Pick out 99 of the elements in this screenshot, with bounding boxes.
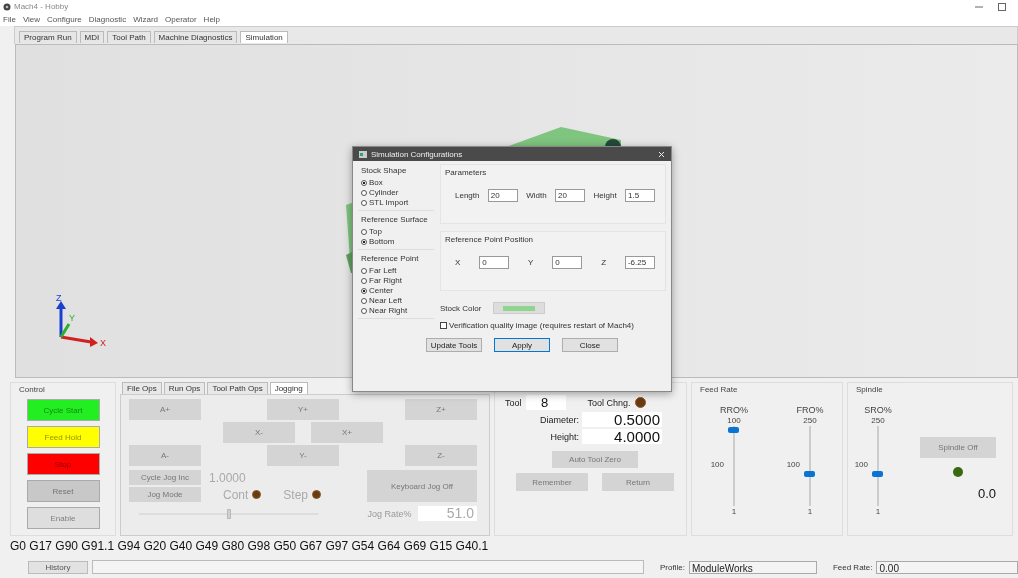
group-title: Stock Shape — [361, 166, 408, 175]
tab[interactable]: Jogging — [269, 382, 308, 394]
tab[interactable]: Program Run — [19, 31, 77, 43]
menu-item[interactable]: View — [22, 15, 41, 24]
dialog-title: Simulation Configurations — [371, 149, 464, 159]
mdi-input-field[interactable] — [92, 560, 644, 574]
scale-label: 1 — [731, 507, 737, 516]
tool-number: 8 — [525, 395, 566, 410]
menu-item[interactable]: Wizard — [133, 15, 159, 24]
field-label: Height — [593, 191, 617, 200]
tab[interactable]: Machine Diagnostics — [153, 31, 238, 43]
input-field[interactable]: 0 — [479, 256, 510, 269]
tab[interactable]: MDI — [79, 31, 105, 43]
input-field[interactable]: 0 — [552, 256, 583, 269]
group-title: Feed Rate — [700, 385, 739, 394]
scale-label: 100 — [727, 416, 741, 425]
jog-rate-value: 51.0 — [417, 506, 477, 521]
led-icon — [252, 490, 262, 499]
field-label: Width — [526, 191, 547, 200]
close-icon[interactable] — [658, 150, 665, 158]
group-title: Control — [19, 385, 45, 394]
group-title: Reference Point Position — [445, 235, 535, 244]
slider-thumb[interactable] — [804, 470, 815, 477]
group-title: Parameters — [445, 168, 488, 177]
axis-triad-drawing: Z Y X — [56, 293, 106, 348]
scale-label: 1 — [875, 507, 881, 516]
profile-label: Profile: — [660, 562, 685, 572]
group-title: Spindle — [856, 385, 884, 394]
scale-label: 100 — [786, 460, 800, 469]
radio-option[interactable]: Cylinder — [361, 188, 434, 197]
scale-label: 1 — [807, 507, 813, 516]
tab[interactable]: Tool Path — [107, 31, 151, 43]
slider-label: RRO% — [720, 405, 748, 415]
spindle-speed: 0.0 — [977, 486, 996, 501]
group-title: Reference Point — [361, 254, 420, 263]
mode-label: Step — [283, 487, 309, 502]
dialog-button[interactable]: Close — [562, 338, 618, 352]
radio-option[interactable]: Box — [361, 178, 434, 187]
field-label: X — [455, 258, 461, 267]
history-button[interactable]: History — [28, 560, 88, 574]
input-field[interactable]: 20 — [555, 189, 586, 202]
radio-option[interactable]: Near Left — [361, 296, 434, 305]
jog-increment: 1.0000 — [209, 470, 247, 485]
feed-rate-field: 0.00 — [876, 560, 1018, 574]
radio-option[interactable]: Bottom — [361, 237, 434, 246]
verification-checkbox[interactable]: Verification quality image (requires restart of Mach4) — [440, 321, 666, 330]
radio-option[interactable]: Top — [361, 227, 434, 236]
jog-rate-label: Jog Rate% — [367, 508, 412, 519]
dialog-button[interactable]: Apply — [494, 338, 550, 352]
dialog-button[interactable]: Update Tools — [426, 338, 482, 352]
slider-thumb[interactable] — [872, 470, 883, 477]
input-field[interactable]: 20 — [487, 189, 518, 202]
tab[interactable]: Simulation — [240, 31, 288, 43]
gcode-line: G0 G17 G90 G91.1 G94 G20 G40 G49 G80 G98 G50 G67 G97 G54 G64 G69 G15 G40.1 — [9, 538, 490, 555]
group-title: Reference Surface — [361, 215, 429, 224]
field-label: Z — [601, 258, 607, 267]
window-icon — [359, 150, 367, 158]
radio-option[interactable]: STL Import — [361, 198, 434, 207]
led-icon — [953, 467, 963, 477]
menu-item[interactable]: Diagnostic — [88, 15, 127, 24]
slider-label: FRO% — [796, 405, 824, 415]
radio-option[interactable]: Center — [361, 286, 434, 295]
menu-item[interactable]: File — [3, 15, 16, 24]
scale-label: 250 — [871, 416, 885, 425]
height-value: 4.0000 — [582, 429, 662, 444]
color-swatch-button[interactable] — [493, 302, 546, 314]
input-field[interactable]: 1.5 — [625, 189, 655, 202]
mode-label: Cont — [223, 487, 249, 502]
tab[interactable]: Tool Path Ops — [207, 382, 268, 394]
feed-rate-label: Feed Rate: — [832, 562, 873, 572]
menu-item[interactable]: Help — [203, 15, 221, 24]
radio-option[interactable]: Far Right — [361, 276, 434, 285]
maximize-icon[interactable] — [998, 2, 1006, 11]
led-icon — [634, 397, 646, 408]
profile-field: ModuleWorks — [688, 560, 817, 574]
tab[interactable]: File Ops — [122, 382, 162, 394]
slider-thumb[interactable] — [728, 427, 739, 433]
tool-label: Tool — [505, 397, 522, 408]
input-field[interactable]: -6.25 — [624, 256, 655, 269]
scale-label: 100 — [854, 460, 868, 469]
led-icon — [312, 490, 322, 499]
stock-color-label: Stock Color — [440, 303, 482, 313]
slider-label: SRO% — [864, 405, 892, 415]
tab[interactable]: Run Ops — [163, 382, 206, 394]
menu-item[interactable]: Operator — [165, 15, 197, 24]
scale-label: 250 — [803, 416, 817, 425]
height-label: Height: — [550, 431, 579, 442]
scale-label: 100 — [710, 460, 724, 469]
app-icon — [3, 2, 11, 11]
radio-option[interactable]: Far Left — [361, 266, 434, 275]
window-title: Mach4 - Hobby — [14, 2, 70, 11]
menu-item[interactable]: Configure — [47, 15, 82, 24]
diameter-label: Diameter: — [540, 414, 579, 425]
diameter-value: 0.5000 — [582, 412, 662, 427]
field-label: Y — [528, 258, 534, 267]
field-label: Length — [455, 191, 480, 200]
slider-thumb[interactable] — [226, 508, 231, 519]
radio-option[interactable]: Near Right — [361, 306, 434, 315]
tool-change-label: Tool Chng. — [587, 397, 631, 408]
